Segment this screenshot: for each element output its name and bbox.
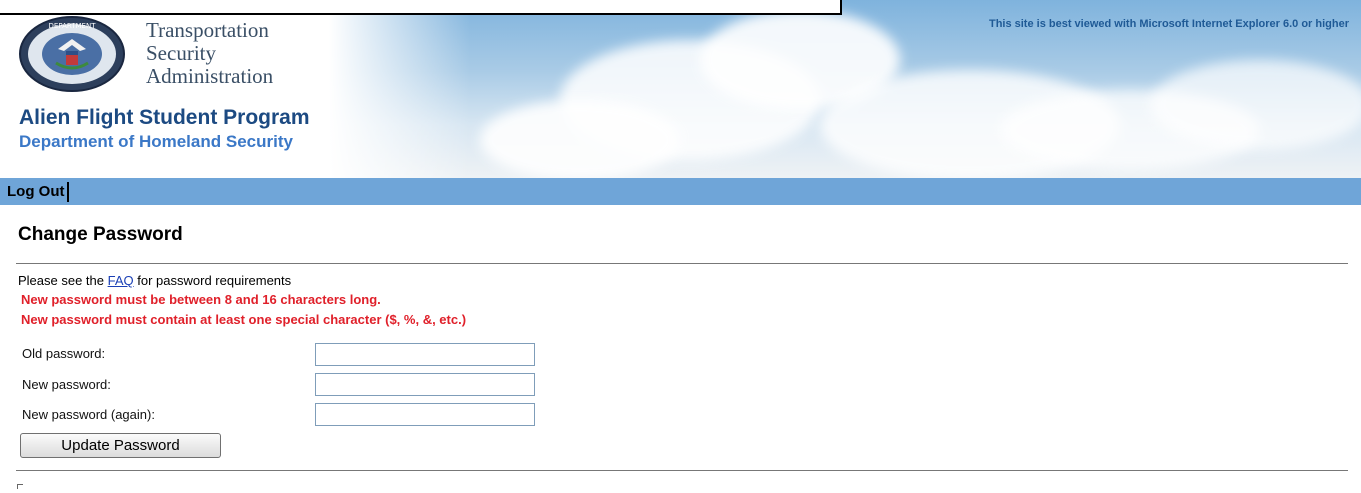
program-title: Alien Flight Student Program (19, 106, 310, 129)
browser-note: This site is best viewed with Microsoft … (988, 18, 1349, 30)
new-password-input[interactable] (315, 373, 535, 396)
nav-bar: Log Out (0, 178, 1361, 205)
new-password-label: New password: (22, 377, 111, 392)
site-header: DEPARTMENT Transportation Security Admin… (0, 0, 1361, 178)
top-frame-edge (0, 0, 842, 15)
dhs-seal-icon: DEPARTMENT (19, 16, 125, 92)
old-password-input[interactable] (315, 343, 535, 366)
requirement-length: New password must be between 8 and 16 ch… (21, 292, 381, 307)
update-password-button[interactable]: Update Password (20, 433, 221, 458)
faq-info-prefix: Please see the (18, 273, 108, 288)
footer-corner-mark (17, 484, 23, 489)
bottom-divider (16, 470, 1348, 471)
old-password-label: Old password: (22, 346, 106, 361)
svg-text:DEPARTMENT: DEPARTMENT (49, 22, 97, 30)
faq-info: Please see the FAQ for password requirem… (18, 273, 291, 288)
confirm-password-input[interactable] (315, 403, 535, 426)
logout-link[interactable]: Log Out (7, 182, 70, 202)
agency-line-3: Administration (146, 64, 274, 88)
top-divider (16, 263, 1348, 264)
requirement-special-char: New password must contain at least one s… (21, 312, 467, 327)
department-subtitle: Department of Homeland Security (19, 132, 293, 151)
faq-link[interactable]: FAQ (108, 273, 134, 288)
agency-line-2: Security (146, 41, 216, 65)
agency-line-1: Transportation (146, 18, 269, 42)
page-title: Change Password (18, 224, 183, 245)
confirm-password-label: New password (again): (22, 407, 155, 422)
faq-info-suffix: for password requirements (133, 273, 292, 288)
